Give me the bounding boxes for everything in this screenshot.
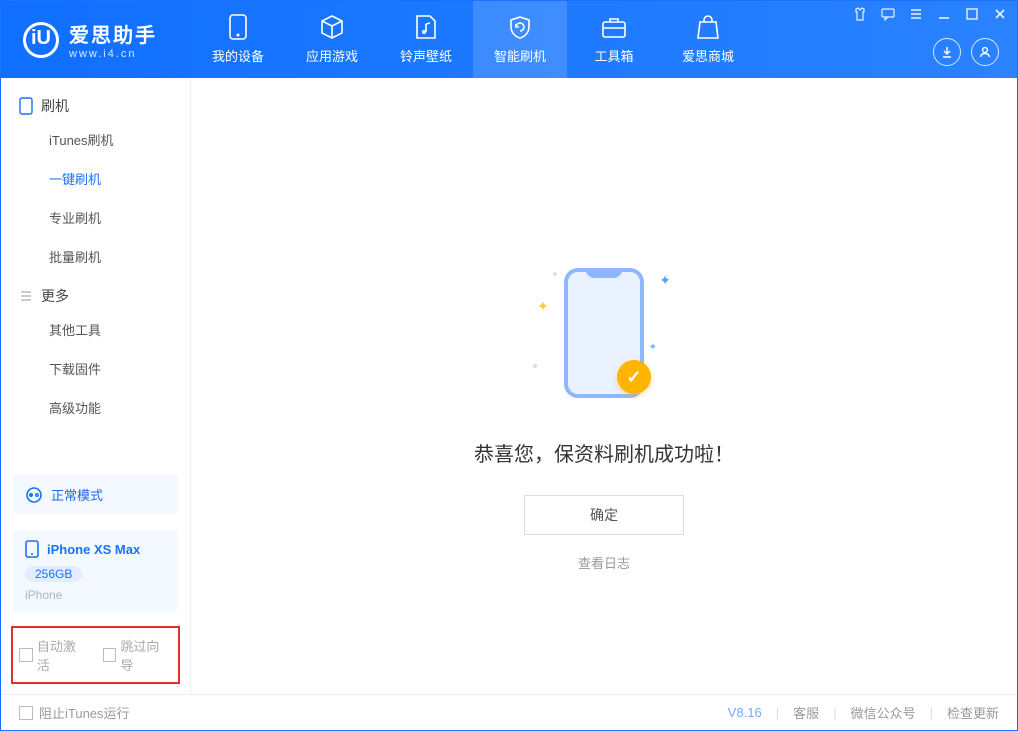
sidebar-item-pro-flash[interactable]: 专业刷机 <box>1 198 190 237</box>
checkbox-icon <box>103 648 117 662</box>
wechat-link[interactable]: 微信公众号 <box>851 703 916 722</box>
app-url: www.i4.cn <box>69 48 157 60</box>
check-icon: ✓ <box>617 360 651 394</box>
tab-label: 我的设备 <box>212 46 264 65</box>
checkbox-icon <box>19 648 33 662</box>
section-label: 更多 <box>41 286 69 306</box>
bag-icon <box>695 14 721 40</box>
logo-text: 爱思助手 www.i4.cn <box>69 19 157 60</box>
tab-store[interactable]: 爱思商城 <box>661 1 755 78</box>
separator: | <box>930 705 933 720</box>
sidebar-item-download-fw[interactable]: 下载固件 <box>1 349 190 388</box>
sidebar-item-batch-flash[interactable]: 批量刷机 <box>1 237 190 276</box>
main-content: ✦✦✦ ✓ 恭喜您，保资料刷机成功啦！ 确定 查看日志 <box>191 78 1017 694</box>
section-label: 刷机 <box>41 96 69 116</box>
sidebar-item-oneclick-flash[interactable]: 一键刷机 <box>1 159 190 198</box>
titlebar: iU 爱思助手 www.i4.cn 我的设备 应用游戏 <box>1 1 1017 78</box>
app-name: 爱思助手 <box>69 19 157 48</box>
version-label: V8.16 <box>728 705 762 720</box>
tab-label: 应用游戏 <box>306 46 358 65</box>
music-file-icon <box>413 14 439 40</box>
minimize-button[interactable] <box>937 7 951 21</box>
skin-icon[interactable] <box>853 7 867 21</box>
sidebar-section-more: 更多 <box>1 276 190 310</box>
device-capacity: 256GB <box>25 566 82 582</box>
support-link[interactable]: 客服 <box>793 703 819 722</box>
window-controls <box>853 7 1007 21</box>
sidebar-item-itunes-flash[interactable]: iTunes刷机 <box>1 120 190 159</box>
block-itunes-checkbox[interactable]: 阻止iTunes运行 <box>19 703 130 722</box>
checkbox-label: 跳过向导 <box>120 636 172 674</box>
tab-my-device[interactable]: 我的设备 <box>191 1 285 78</box>
options-highlight: 自动激活 跳过向导 <box>11 626 180 684</box>
sidebar: 刷机 iTunes刷机 一键刷机 专业刷机 批量刷机 更多 其他工具 下载固件 … <box>1 78 191 694</box>
cube-icon <box>319 14 345 40</box>
mode-icon <box>25 486 43 504</box>
download-button[interactable] <box>933 38 961 66</box>
tab-toolbox[interactable]: 工具箱 <box>567 1 661 78</box>
feedback-icon[interactable] <box>881 7 895 21</box>
mode-label: 正常模式 <box>51 485 103 504</box>
tab-apps[interactable]: 应用游戏 <box>285 1 379 78</box>
phone-icon <box>19 97 33 115</box>
tab-label: 工具箱 <box>594 46 633 65</box>
checkbox-label: 自动激活 <box>37 636 89 674</box>
view-log-link[interactable]: 查看日志 <box>578 553 630 572</box>
separator: | <box>833 705 836 720</box>
logo: iU 爱思助手 www.i4.cn <box>1 1 191 78</box>
device-card[interactable]: iPhone XS Max 256GB iPhone <box>13 530 178 612</box>
refresh-shield-icon <box>507 14 533 40</box>
tab-smart-flash[interactable]: 智能刷机 <box>473 1 567 78</box>
separator: | <box>776 705 779 720</box>
maximize-button[interactable] <box>965 7 979 21</box>
device-name: iPhone XS Max <box>47 542 140 557</box>
close-button[interactable] <box>993 7 1007 21</box>
tab-label: 爱思商城 <box>682 46 734 65</box>
sidebar-section-flash: 刷机 <box>1 86 190 120</box>
device-type: iPhone <box>25 588 166 602</box>
logo-icon: iU <box>23 22 59 58</box>
check-update-link[interactable]: 检查更新 <box>947 703 999 722</box>
skip-guide-checkbox[interactable]: 跳过向导 <box>103 636 173 674</box>
user-button[interactable] <box>971 38 999 66</box>
header-right-buttons <box>933 38 999 66</box>
main-tabs: 我的设备 应用游戏 铃声壁纸 智能刷机 <box>191 1 755 78</box>
checkbox-label: 阻止iTunes运行 <box>39 703 130 722</box>
app-window: iU 爱思助手 www.i4.cn 我的设备 应用游戏 <box>0 0 1018 731</box>
mode-card[interactable]: 正常模式 <box>13 475 178 514</box>
success-illustration: ✦✦✦ ✓ <box>529 258 679 408</box>
body: 刷机 iTunes刷机 一键刷机 专业刷机 批量刷机 更多 其他工具 下载固件 … <box>1 78 1017 694</box>
checkbox-icon <box>19 706 33 720</box>
sidebar-item-advanced[interactable]: 高级功能 <box>1 388 190 427</box>
tab-label: 智能刷机 <box>494 46 546 65</box>
sidebar-scroll: 刷机 iTunes刷机 一键刷机 专业刷机 批量刷机 更多 其他工具 下载固件 … <box>1 78 190 467</box>
ok-button[interactable]: 确定 <box>524 495 684 535</box>
success-message: 恭喜您，保资料刷机成功啦！ <box>474 438 734 467</box>
statusbar: 阻止iTunes运行 V8.16 | 客服 | 微信公众号 | 检查更新 <box>1 694 1017 730</box>
device-icon <box>25 540 39 558</box>
auto-activate-checkbox[interactable]: 自动激活 <box>19 636 89 674</box>
briefcase-icon <box>601 14 627 40</box>
menu-icon[interactable] <box>909 7 923 21</box>
phone-icon <box>225 14 251 40</box>
sidebar-item-other-tools[interactable]: 其他工具 <box>1 310 190 349</box>
tab-ringtones[interactable]: 铃声壁纸 <box>379 1 473 78</box>
list-icon <box>19 289 33 303</box>
tab-label: 铃声壁纸 <box>400 46 452 65</box>
